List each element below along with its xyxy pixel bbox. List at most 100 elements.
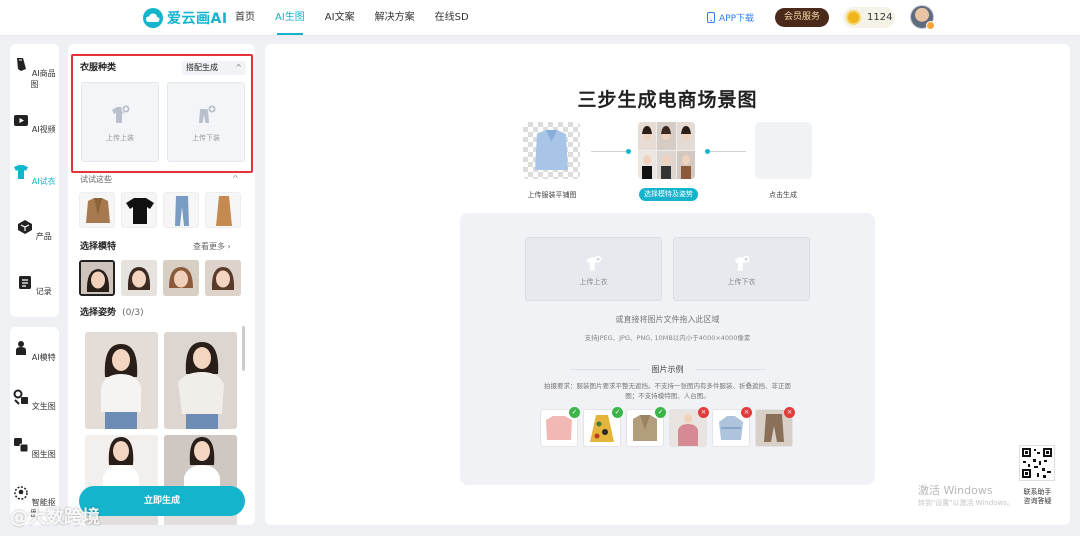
- upload-drop-area[interactable]: 上传上衣 上传下衣 或直接将图片文件拖入此区域 支持JPEG、JPG、PNG, …: [460, 213, 875, 485]
- pose-title: 选择姿势: [80, 308, 117, 318]
- rail-label: 图生图: [31, 450, 56, 459]
- coin-count: 1124: [867, 12, 893, 23]
- try-these-label: 试试这些: [80, 175, 112, 184]
- step-3-image: [755, 122, 812, 179]
- close-icon: ×: [698, 407, 709, 418]
- step-1-image: [523, 122, 580, 179]
- contact-qr-code[interactable]: [1019, 445, 1055, 481]
- rail-item-ai-model[interactable]: AI模特: [10, 340, 59, 363]
- pose-option-1[interactable]: [85, 332, 158, 429]
- model-section-title: 选择模特: [80, 242, 117, 252]
- close-icon: ×: [741, 407, 752, 418]
- sample-jeans[interactable]: [163, 192, 199, 228]
- rail-label: AI商品图: [30, 69, 56, 89]
- app-download-label: APP下载: [719, 14, 755, 24]
- tshirt-thumb-icon: [126, 198, 154, 224]
- model-portrait: [205, 260, 241, 296]
- upload-bottom-clothes[interactable]: 上传下衣: [673, 237, 810, 301]
- close-icon: ×: [784, 407, 795, 418]
- step-1-label: 上传服装平铺图: [527, 191, 577, 199]
- coin-balance[interactable]: 1124: [843, 7, 895, 28]
- example-image-4: ×: [669, 407, 709, 447]
- text-image-icon: [13, 389, 29, 405]
- coin-icon: [846, 10, 861, 25]
- rail-label: 记录: [35, 287, 52, 296]
- rail-item-image-to-image[interactable]: 图生图: [10, 437, 59, 460]
- skirt-thumb-icon: [216, 196, 232, 226]
- chevron-up-icon[interactable]: ^: [232, 174, 239, 183]
- clipboard-icon: [19, 276, 32, 289]
- see-more-label: 查看更多: [193, 242, 225, 251]
- cube-icon: [18, 220, 33, 234]
- step-connector: [591, 151, 629, 152]
- pose-photo: [85, 332, 158, 429]
- upload-top-clothes[interactable]: 上传上衣: [525, 237, 662, 301]
- sample-tshirt[interactable]: [121, 192, 157, 228]
- app-download-link[interactable]: APP下载: [707, 11, 754, 24]
- person-icon: [16, 341, 27, 355]
- pose-option-2[interactable]: [164, 332, 237, 429]
- vip-service-button[interactable]: 会员服务: [775, 8, 829, 27]
- upload-shirt-icon: [112, 104, 131, 123]
- nav-ai-image[interactable]: AI生图: [275, 0, 305, 36]
- rail-label: 文生图: [31, 402, 56, 411]
- check-icon: ✓: [655, 407, 666, 418]
- model-portrait: [81, 262, 113, 294]
- rail-item-records[interactable]: 记录: [10, 274, 59, 297]
- nav-home[interactable]: 首页: [235, 0, 255, 36]
- model-option-2[interactable]: [121, 260, 157, 296]
- example-image-1: ✓: [540, 407, 580, 447]
- upload-pants-icon: [199, 104, 217, 123]
- nav-online-sd[interactable]: 在线SD: [435, 0, 469, 36]
- upload-bottom-slot[interactable]: 上传下装: [167, 82, 245, 162]
- brand-logo[interactable]: 爱云画AI: [143, 7, 228, 29]
- rail-item-product[interactable]: 产品: [10, 219, 59, 242]
- brand-name: 爱云画AI: [167, 11, 228, 27]
- divider: [696, 369, 766, 370]
- generate-now-button[interactable]: 立即生成: [79, 486, 245, 516]
- drop-hint: 或直接将图片文件拖入此区域: [615, 315, 720, 324]
- rail-item-text-to-image[interactable]: 文生图: [10, 389, 59, 412]
- upload-shirt-icon: [734, 255, 750, 271]
- nav-ai-copy[interactable]: AI文案: [325, 0, 355, 36]
- see-more-link[interactable]: 查看更多 ›: [193, 241, 231, 252]
- clothing-type-section: 衣服种类 搭配生成 ^ 上传上装 上传下装: [71, 54, 253, 173]
- step-2-label: 选择模特及姿势: [639, 188, 698, 201]
- model-option-4[interactable]: [205, 260, 241, 296]
- model-grid-icon: [638, 122, 695, 179]
- qr-code-icon: [1022, 448, 1052, 478]
- pose-photo: [164, 332, 237, 429]
- format-hint: 支持JPEG、JPG、PNG, 10MB以内小于4000×4000像素: [584, 334, 751, 342]
- model-option-1[interactable]: [79, 260, 115, 296]
- model-option-3[interactable]: [163, 260, 199, 296]
- model-portrait: [121, 260, 157, 296]
- cutout-icon: [14, 486, 28, 500]
- step-dot: [626, 149, 631, 154]
- contact-assistant-label: 联系助手 咨询答疑: [1023, 488, 1052, 505]
- sample-skirt[interactable]: [205, 192, 241, 228]
- nav-solutions[interactable]: 解决方案: [375, 0, 415, 36]
- blazer-thumb-icon: [86, 198, 110, 223]
- flat-shirt-icon: [535, 130, 568, 170]
- rail-item-ai-tryon[interactable]: AI试衣: [10, 164, 59, 187]
- pencil-icon: [17, 58, 27, 71]
- rail-label: AI模特: [31, 353, 56, 362]
- upload-top-slot[interactable]: 上传上装: [81, 82, 159, 162]
- upload-bottom-clothes-label: 上传下衣: [727, 278, 756, 286]
- step-2-image: [638, 122, 695, 179]
- pose-scrollbar[interactable]: [242, 326, 245, 371]
- user-avatar[interactable]: [910, 5, 935, 30]
- rail-item-ai-video[interactable]: AI视频: [10, 112, 59, 135]
- rail-item-ai-product[interactable]: AI商品图: [10, 56, 59, 90]
- sample-blazer[interactable]: [79, 192, 115, 228]
- mix-generate-dropdown[interactable]: 搭配生成 ^: [182, 61, 246, 75]
- upload-top-label: 上传上装: [106, 134, 134, 142]
- check-icon: ✓: [569, 407, 580, 418]
- cloud-logo-icon: [143, 8, 163, 28]
- example-title: 图片示例: [651, 365, 684, 374]
- example-image-3: ✓: [626, 407, 666, 447]
- model-portrait: [163, 260, 199, 296]
- image-image-icon: [14, 438, 29, 453]
- shirt-icon: [14, 165, 29, 179]
- pose-section-title: 选择姿势 (0/3): [80, 305, 144, 318]
